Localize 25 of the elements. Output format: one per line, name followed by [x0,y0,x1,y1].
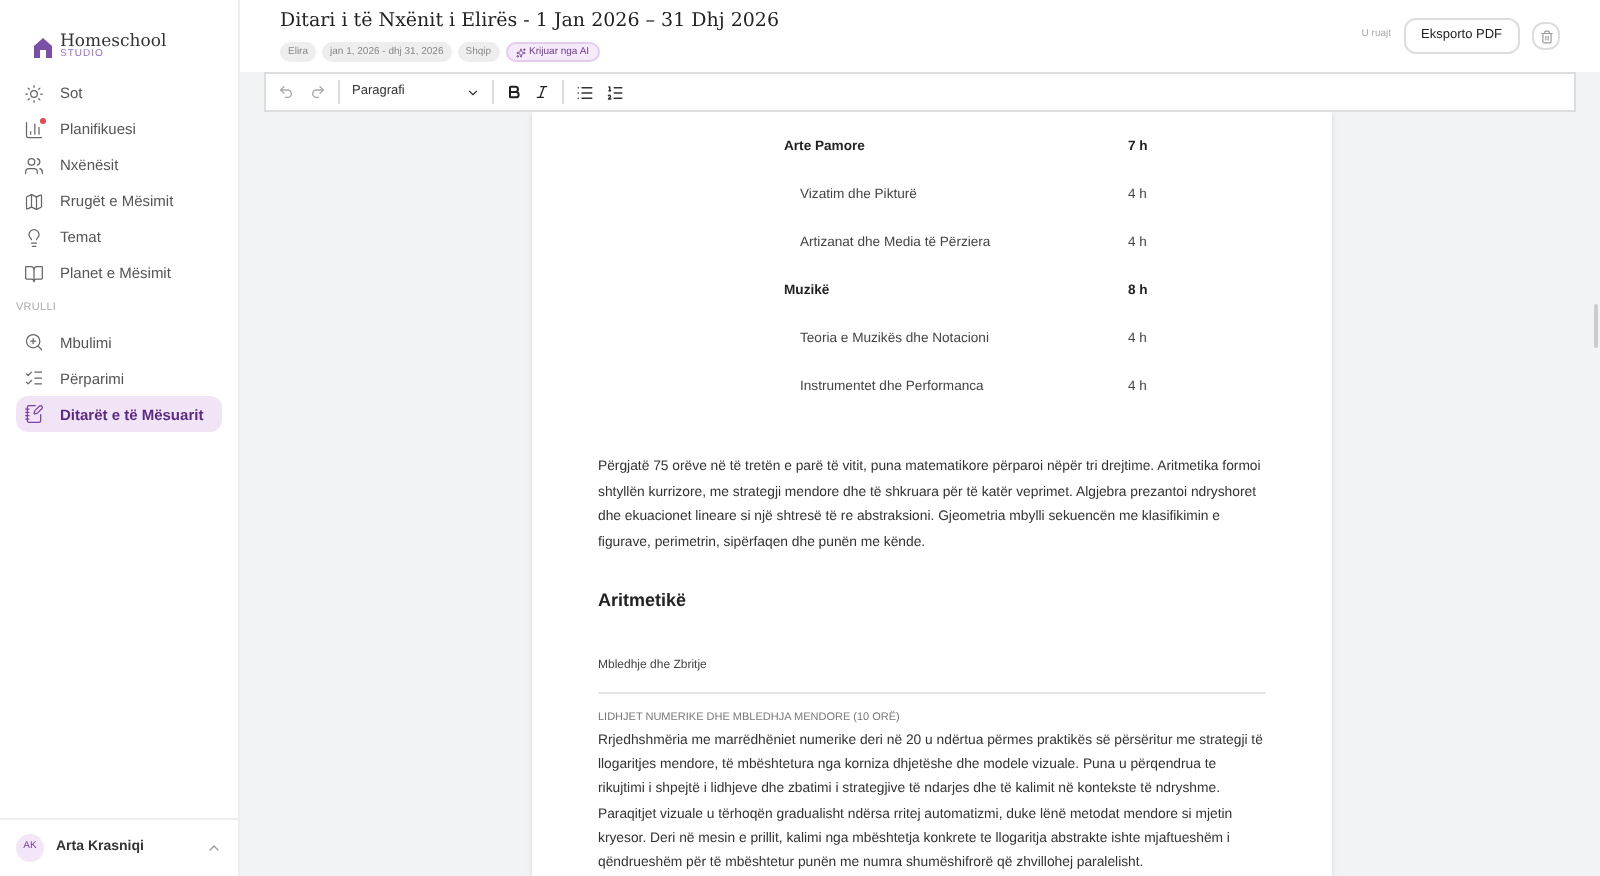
scrollbar[interactable] [1594,304,1598,348]
logo-icon [34,37,52,57]
users-icon [24,156,44,176]
zoom-icon [24,332,44,353]
chevron-up-icon[interactable] [206,840,222,856]
chevron-down-icon [466,85,480,99]
numbered-list-icon[interactable] [606,83,624,101]
document-title: Ditari i të Nxënit i Elirës - 1 Jan 2026 – 31 Dhj 2026 [280,8,780,36]
trash-icon [1539,29,1553,43]
book-icon [24,264,44,284]
section-heading: Aritmetikë [598,588,689,614]
map-icon [24,192,44,212]
italic-icon[interactable] [534,84,550,100]
sparkles-icon [515,47,526,58]
brand-name: Homeschool [60,33,167,51]
redo-icon[interactable] [310,84,326,100]
bullet-list-icon[interactable] [576,83,594,101]
undo-icon[interactable] [278,84,294,100]
lightbulb-icon [24,228,44,248]
bold-icon[interactable] [506,84,522,100]
chart-icon [24,120,44,140]
notebook-icon [24,404,44,425]
sun-icon [24,84,44,104]
delete-button[interactable] [1532,22,1560,50]
checklist-icon [24,368,44,389]
